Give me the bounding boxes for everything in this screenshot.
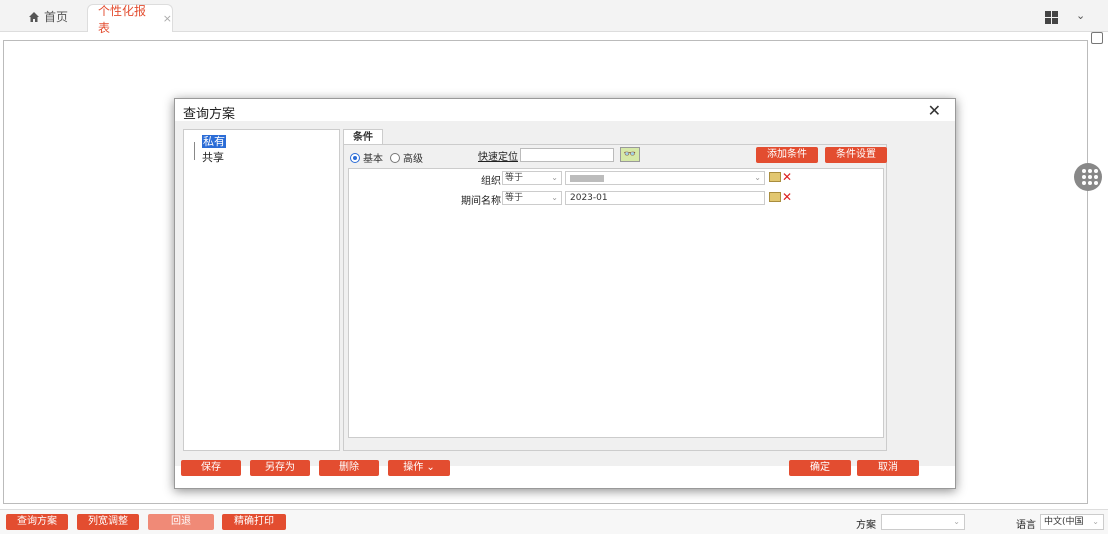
dialog-title: 查询方案 <box>183 107 236 122</box>
condition-box: 基本 高级 快速定位 👓 添加条件 条件设置 组织 等于 ⌄ ⌄ ✕ 期间名称 等… <box>343 144 887 451</box>
chevron-down-icon: ⌄ <box>551 173 558 182</box>
tree-item-private[interactable]: 私有 <box>202 133 226 149</box>
language-label: 语言 <box>1016 520 1036 531</box>
quick-locate-label[interactable]: 快速定位 <box>478 148 518 163</box>
lookup-icon[interactable] <box>769 192 781 202</box>
operator-select-period[interactable]: 等于 ⌄ <box>502 191 562 205</box>
tab-condition[interactable]: 条件 <box>343 129 383 145</box>
delete-icon[interactable]: ✕ <box>782 171 792 183</box>
delete-icon[interactable]: ✕ <box>782 191 792 203</box>
apps-grid-icon[interactable] <box>1045 11 1058 24</box>
value-select-org[interactable]: ⌄ <box>565 171 765 185</box>
close-icon[interactable]: ✕ <box>928 101 941 120</box>
rollback-button[interactable]: 回退 <box>148 514 214 530</box>
operate-button[interactable]: 操作 ⌄ <box>388 460 450 476</box>
tab-bar: 首页 个性化报表 × ⌄ <box>0 0 1108 35</box>
save-button[interactable]: 保存 <box>181 460 241 476</box>
row-actions-period: ✕ <box>769 191 792 203</box>
floating-menu-icon[interactable] <box>1074 163 1102 191</box>
row-actions-org: ✕ <box>769 171 792 183</box>
radio-checked-icon <box>350 152 360 163</box>
chevron-down-icon: ⌄ <box>551 193 558 202</box>
lookup-icon[interactable] <box>769 172 781 182</box>
close-tab-icon[interactable]: × <box>163 12 172 25</box>
radio-advanced[interactable]: 高级 <box>390 150 423 165</box>
scheme-select[interactable]: ⌄ <box>881 514 965 530</box>
delete-button[interactable]: 删除 <box>319 460 379 476</box>
column-width-button[interactable]: 列宽调整 <box>77 514 139 530</box>
fullscreen-icon[interactable] <box>1091 32 1103 44</box>
cancel-button[interactable]: 取消 <box>857 460 919 476</box>
home-icon <box>29 11 39 22</box>
row-label-period: 期间名称 <box>461 196 501 207</box>
dialog-body: 私有 共享 条件 基本 高级 快速定位 👓 添加条件 条件设置 组织 等于 ⌄ ⌄… <box>175 121 955 466</box>
tab-custom-report-label: 个性化报表 <box>98 3 147 35</box>
bottom-toolbar: 查询方案 列宽调整 回退 精确打印 方案 ⌄ 语言 中文(中国 ⌄ <box>0 509 1108 534</box>
dialog-footer: 保存 另存为 删除 操作 ⌄ 确定 取消 <box>175 458 955 480</box>
query-scheme-dialog: 查询方案 ✕ 私有 共享 条件 基本 高级 快速定位 👓 添加条件 条件设置 组… <box>174 98 956 489</box>
scheme-tree: 私有 共享 <box>183 129 340 451</box>
add-condition-button[interactable]: 添加条件 <box>756 147 818 163</box>
radio-unchecked-icon <box>390 152 400 163</box>
chevron-down-icon: ⌄ <box>754 173 761 182</box>
chevron-down-icon: ⌄ <box>1092 517 1099 526</box>
chevron-down-icon[interactable]: ⌄ <box>1076 9 1085 22</box>
operator-select-org[interactable]: 等于 ⌄ <box>502 171 562 185</box>
save-as-button[interactable]: 另存为 <box>250 460 310 476</box>
scheme-label: 方案 <box>856 520 876 531</box>
radio-basic[interactable]: 基本 <box>350 150 383 165</box>
quick-locate-input[interactable] <box>520 148 614 162</box>
tab-home-label: 首页 <box>44 10 69 24</box>
condition-rows: 组织 等于 ⌄ ⌄ ✕ 期间名称 等于 ⌄ 2023-01 ✕ <box>348 168 884 438</box>
condition-settings-button[interactable]: 条件设置 <box>825 147 887 163</box>
tree-item-shared[interactable]: 共享 <box>202 149 224 165</box>
value-input-period[interactable]: 2023-01 <box>565 191 765 205</box>
ok-button[interactable]: 确定 <box>789 460 851 476</box>
tab-custom-report[interactable]: 个性化报表 × <box>87 4 173 35</box>
binoculars-icon[interactable]: 👓 <box>620 147 640 162</box>
chevron-down-icon: ⌄ <box>953 517 960 526</box>
language-select[interactable]: 中文(中国 ⌄ <box>1040 514 1104 530</box>
tab-home[interactable]: 首页 <box>28 8 68 25</box>
tree-connector <box>194 142 195 160</box>
condition-panel: 条件 基本 高级 快速定位 👓 添加条件 条件设置 组织 等于 ⌄ ⌄ ✕ 期间名… <box>343 129 887 451</box>
precise-print-button[interactable]: 精确打印 <box>222 514 286 530</box>
redacted-value <box>570 175 604 182</box>
query-scheme-button[interactable]: 查询方案 <box>6 514 68 530</box>
row-label-org: 组织 <box>481 176 501 187</box>
